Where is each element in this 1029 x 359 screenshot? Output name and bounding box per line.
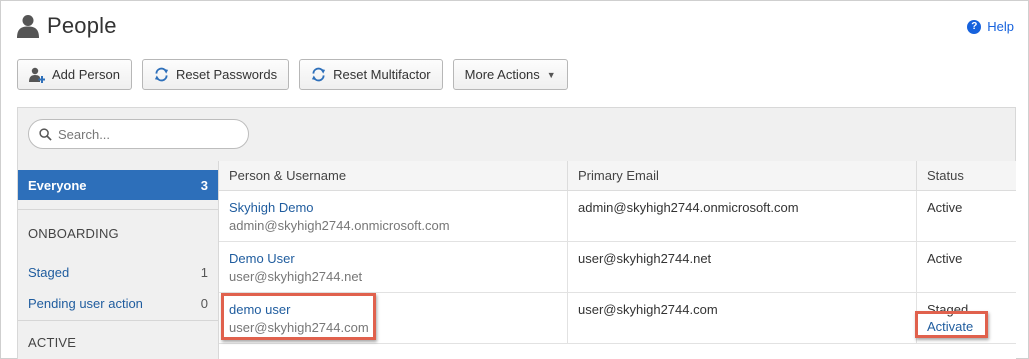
email-cell: admin@skyhigh2744.onmicrosoft.com <box>568 191 917 242</box>
refresh-icon <box>312 67 326 82</box>
add-person-icon <box>29 67 45 83</box>
sidebar-item-count: 1 <box>200 265 208 280</box>
table-header: Person & Username Primary Email Status <box>219 161 1016 191</box>
onboarding-section-header: ONBOARDING <box>28 226 119 241</box>
person-username: admin@skyhigh2744.onmicrosoft.com <box>229 218 450 233</box>
more-actions-dropdown[interactable]: More Actions ▼ <box>452 59 568 90</box>
help-label: Help <box>987 19 1014 34</box>
sidebar-item-staged[interactable]: Staged 1 <box>28 265 208 280</box>
sidebar-item-everyone[interactable]: Everyone 3 <box>18 170 218 200</box>
status-cell: Active <box>917 242 1017 293</box>
add-person-button[interactable]: Add Person <box>17 59 132 90</box>
page-header: People <box>17 11 117 41</box>
chevron-down-icon: ▼ <box>546 69 556 80</box>
sidebar-item-pending-user-action[interactable]: Pending user action 0 <box>28 296 208 311</box>
toolbar: Add Person Reset Passwords Reset Multifa… <box>17 59 568 90</box>
person-icon <box>17 15 39 38</box>
status-cell: Staged Activate <box>917 293 1017 344</box>
status-text: Active <box>927 251 963 266</box>
people-panel: Everyone 3 ONBOARDING Staged 1 Pending u… <box>17 107 1016 359</box>
reset-multifactor-button[interactable]: Reset Multifactor <box>299 59 443 90</box>
search-icon <box>39 127 52 141</box>
person-username: user@skyhigh2744.com <box>229 320 369 335</box>
person-name-link[interactable]: Demo User <box>229 250 557 267</box>
reset-passwords-label: Reset Passwords <box>175 67 278 82</box>
table-row: Skyhigh Demo admin@skyhigh2744.onmicroso… <box>219 191 1016 242</box>
person-name-link[interactable]: Skyhigh Demo <box>229 199 557 216</box>
page-title: People <box>47 13 117 38</box>
people-table: Person & Username Primary Email Status S… <box>218 161 1016 359</box>
table-row: demo user user@skyhigh2744.com user@skyh… <box>219 293 1016 344</box>
email-cell: user@skyhigh2744.net <box>568 242 917 293</box>
reset-passwords-button[interactable]: Reset Passwords <box>141 59 290 90</box>
sidebar-divider <box>18 320 218 321</box>
table-row: Demo User user@skyhigh2744.net user@skyh… <box>219 242 1016 293</box>
sidebar-item-label: Everyone <box>28 177 87 193</box>
status-text: Staged <box>927 302 969 317</box>
primary-email: admin@skyhigh2744.onmicrosoft.com <box>578 200 799 215</box>
filter-sidebar: Everyone 3 ONBOARDING Staged 1 Pending u… <box>18 161 218 359</box>
active-section-header: ACTIVE <box>28 335 77 350</box>
person-username: user@skyhigh2744.net <box>229 269 363 284</box>
activate-link[interactable]: Activate <box>927 318 1007 335</box>
email-cell: user@skyhigh2744.com <box>568 293 917 344</box>
sidebar-item-label: Staged <box>28 265 70 280</box>
person-cell: Skyhigh Demo admin@skyhigh2744.onmicroso… <box>219 191 568 242</box>
reset-multifactor-label: Reset Multifactor <box>333 67 431 82</box>
more-actions-label: More Actions <box>464 67 540 82</box>
person-cell: Demo User user@skyhigh2744.net <box>219 242 568 293</box>
refresh-icon <box>154 67 168 82</box>
sidebar-item-count: 0 <box>200 296 208 311</box>
add-person-label: Add Person <box>52 67 120 82</box>
status-cell: Active <box>917 191 1017 242</box>
column-header-email[interactable]: Primary Email <box>568 161 917 191</box>
column-header-person[interactable]: Person & Username <box>219 161 568 191</box>
search-box[interactable] <box>28 119 249 149</box>
help-link[interactable]: ? Help <box>967 19 1014 34</box>
person-cell: demo user user@skyhigh2744.com <box>219 293 568 344</box>
primary-email: user@skyhigh2744.com <box>578 302 718 317</box>
sidebar-item-count: 3 <box>200 177 208 193</box>
status-text: Active <box>927 200 963 215</box>
sidebar-item-label: Pending user action <box>28 296 143 311</box>
search-input[interactable] <box>58 126 238 142</box>
column-header-status[interactable]: Status <box>917 161 1017 191</box>
person-name-link[interactable]: demo user <box>229 301 557 318</box>
primary-email: user@skyhigh2744.net <box>578 251 712 266</box>
help-icon: ? <box>967 19 982 34</box>
sidebar-divider <box>18 209 218 210</box>
